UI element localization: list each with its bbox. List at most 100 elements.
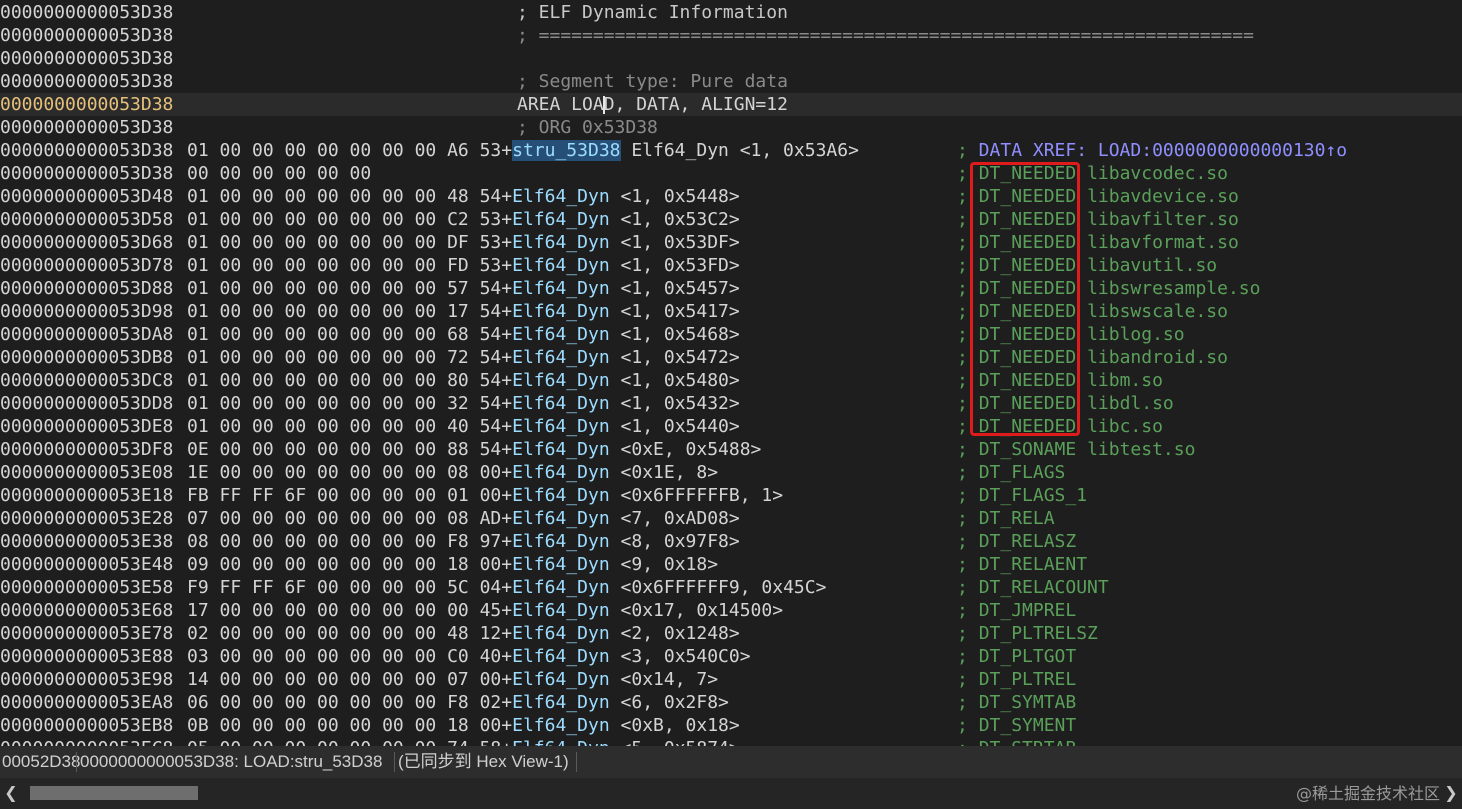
directive-row[interactable]: 0000000000053D38 ; Segment type: Pure dat… <box>0 70 1462 93</box>
row-address[interactable]: 0000000000053E08 <box>0 461 173 484</box>
dyn-entry-row[interactable]: 0000000000053E78 02 00 00 00 00 00 00 00 … <box>0 622 1462 645</box>
dyn-entry-row[interactable]: 0000000000053E98 14 00 00 00 00 00 00 00 … <box>0 668 1462 691</box>
row-address[interactable]: 0000000000053D68 <box>0 231 173 254</box>
elf64-dyn-type[interactable]: Elf64_Dyn <box>512 370 610 391</box>
directive-text[interactable]: AREA LOAD, DATA, ALIGN=12 <box>517 93 788 116</box>
dyn-entry-row[interactable]: 0000000000053EC8 05 00 00 00 00 00 00 00 … <box>0 737 1462 746</box>
directive-row[interactable]: 0000000000053D38 ; ======================… <box>0 24 1462 47</box>
elf64-dyn-type[interactable]: Elf64_Dyn <box>512 577 610 598</box>
row-address[interactable]: 0000000000053D98 <box>0 300 173 323</box>
dyn-entry-row[interactable]: 0000000000053DE8 01 00 00 00 00 00 00 00 … <box>0 415 1462 438</box>
dyn-entry-row[interactable]: 0000000000053D58 01 00 00 00 00 00 00 00 … <box>0 208 1462 231</box>
directive-row[interactable]: 0000000000053D38 <box>0 47 1462 70</box>
elf64-dyn-type[interactable]: Elf64_Dyn <box>512 439 610 460</box>
directive-row[interactable]: 0000000000053D38 ; ORG 0x53D38 <box>0 116 1462 139</box>
data-xref-link[interactable]: DATA XREF: LOAD:0000000000000130↑o <box>968 140 1347 161</box>
dyn-entry-row[interactable]: 0000000000053DF8 0E 00 00 00 00 00 00 00 … <box>0 438 1462 461</box>
row-address[interactable]: 0000000000053E28 <box>0 507 173 530</box>
scroll-right-arrow-icon[interactable]: ❯ <box>1442 782 1460 804</box>
directive-row[interactable]: 0000000000053D38 AREA LOAD, DATA, ALIGN=1… <box>0 93 1462 116</box>
elf64-dyn-type[interactable]: Elf64_Dyn <box>512 232 610 253</box>
dyn-entry-row[interactable]: 0000000000053DB8 01 00 00 00 00 00 00 00 … <box>0 346 1462 369</box>
row-address[interactable]: 0000000000053E68 <box>0 599 173 622</box>
dyn-entry-row[interactable]: 0000000000053DC8 01 00 00 00 00 00 00 00 … <box>0 369 1462 392</box>
dyn-entry-row[interactable]: 0000000000053D78 01 00 00 00 00 00 00 00 … <box>0 254 1462 277</box>
scroll-left-arrow-icon[interactable]: ❮ <box>2 782 20 804</box>
row-address[interactable]: 0000000000053D38 <box>0 93 173 116</box>
dyn-entry-row[interactable]: 0000000000053D98 01 00 00 00 00 00 00 00 … <box>0 300 1462 323</box>
elf64-dyn-type[interactable]: Elf64_Dyn <box>512 600 610 621</box>
row-address[interactable]: 0000000000053DC8 <box>0 369 173 392</box>
elf64-dyn-type[interactable]: Elf64_Dyn <box>512 278 610 299</box>
elf64-dyn-type[interactable]: Elf64_Dyn <box>512 715 610 736</box>
elf64-dyn-type[interactable]: Elf64_Dyn <box>512 462 610 483</box>
row-address[interactable]: 0000000000053D38 <box>0 70 173 93</box>
row-address[interactable]: 0000000000053D88 <box>0 277 173 300</box>
dyn-entry-row[interactable]: 0000000000053E68 17 00 00 00 00 00 00 00 … <box>0 599 1462 622</box>
dyn-entry-row[interactable]: 0000000000053D88 01 00 00 00 00 00 00 00 … <box>0 277 1462 300</box>
row-address[interactable]: 0000000000053DD8 <box>0 392 173 415</box>
row-address[interactable]: 0000000000053D38 <box>0 1 173 24</box>
dyn-entry-row[interactable]: 0000000000053D68 01 00 00 00 00 00 00 00 … <box>0 231 1462 254</box>
row-address[interactable]: 0000000000053EB8 <box>0 714 173 737</box>
row-address[interactable]: 0000000000053D38 <box>0 47 173 70</box>
struct-row[interactable]: 0000000000053D38 01 00 00 00 00 00 00 00 … <box>0 139 1462 162</box>
elf64-dyn-type[interactable]: Elf64_Dyn <box>512 393 610 414</box>
row-address[interactable]: 0000000000053D58 <box>0 208 173 231</box>
elf64-dyn-type[interactable]: Elf64_Dyn <box>512 623 610 644</box>
continuation-row[interactable]: 0000000000053D38 00 00 00 00 00 00; DT_NE… <box>0 162 1462 185</box>
elf64-dyn-type[interactable]: Elf64_Dyn <box>512 485 610 506</box>
elf64-dyn-type[interactable]: Elf64_Dyn <box>512 738 610 746</box>
row-address[interactable]: 0000000000053E18 <box>0 484 173 507</box>
elf64-dyn-type[interactable]: Elf64_Dyn <box>512 209 610 230</box>
elf64-dyn-type[interactable]: Elf64_Dyn <box>512 554 610 575</box>
elf64-dyn-type[interactable]: Elf64_Dyn <box>512 186 610 207</box>
row-address[interactable]: 0000000000053D48 <box>0 185 173 208</box>
row-address[interactable]: 0000000000053D38 <box>0 24 173 47</box>
scroll-thumb[interactable] <box>30 786 198 800</box>
row-address[interactable]: 0000000000053DA8 <box>0 323 173 346</box>
dyn-entry-row[interactable]: 0000000000053EA8 06 00 00 00 00 00 00 00 … <box>0 691 1462 714</box>
row-address[interactable]: 0000000000053E88 <box>0 645 173 668</box>
row-address[interactable]: 0000000000053EC8 <box>0 737 173 746</box>
elf64-dyn-type[interactable]: Elf64_Dyn <box>512 646 610 667</box>
row-address[interactable]: 0000000000053D78 <box>0 254 173 277</box>
elf64-dyn-type[interactable]: Elf64_Dyn <box>512 416 610 437</box>
elf64-dyn-type[interactable]: Elf64_Dyn <box>512 255 610 276</box>
struct-instruction[interactable]: Elf64_Dyn <1, 0x53A6> <box>621 140 859 161</box>
row-address[interactable]: 0000000000053E98 <box>0 668 173 691</box>
dyn-entry-row[interactable]: 0000000000053E38 08 00 00 00 00 00 00 00 … <box>0 530 1462 553</box>
dyn-entry-row[interactable]: 0000000000053DA8 01 00 00 00 00 00 00 00 … <box>0 323 1462 346</box>
elf64-dyn-type[interactable]: Elf64_Dyn <box>512 508 610 529</box>
elf64-dyn-type[interactable]: Elf64_Dyn <box>512 692 610 713</box>
elf64-dyn-type[interactable]: Elf64_Dyn <box>512 301 610 322</box>
dyn-entry-row[interactable]: 0000000000053DD8 01 00 00 00 00 00 00 00 … <box>0 392 1462 415</box>
row-address[interactable]: 0000000000053D38 <box>0 162 173 185</box>
dyn-entry-row[interactable]: 0000000000053E18 FB FF FF 6F 00 00 00 00 … <box>0 484 1462 507</box>
directive-row[interactable]: 0000000000053D38 ; ELF Dynamic Informatio… <box>0 1 1462 24</box>
horizontal-scrollbar[interactable]: ❮ @稀土掘金技术社区 ❯ <box>0 778 1462 809</box>
struct-label[interactable]: stru_53D38 <box>512 140 621 161</box>
dyn-entry-row[interactable]: 0000000000053EB8 0B 00 00 00 00 00 00 00 … <box>0 714 1462 737</box>
dyn-entry-row[interactable]: 0000000000053E48 09 00 00 00 00 00 00 00 … <box>0 553 1462 576</box>
row-address[interactable]: 0000000000053E38 <box>0 530 173 553</box>
row-address[interactable]: 0000000000053D38 <box>0 116 173 139</box>
row-address[interactable]: 0000000000053E58 <box>0 576 173 599</box>
disassembly-view[interactable]: 0000000000053D38 ; ELF Dynamic Informatio… <box>0 0 1462 746</box>
dyn-entry-row[interactable]: 0000000000053E08 1E 00 00 00 00 00 00 00 … <box>0 461 1462 484</box>
elf64-dyn-type[interactable]: Elf64_Dyn <box>512 347 610 368</box>
elf64-dyn-type[interactable]: Elf64_Dyn <box>512 531 610 552</box>
dyn-entry-row[interactable]: 0000000000053E88 03 00 00 00 00 00 00 00 … <box>0 645 1462 668</box>
elf64-dyn-type[interactable]: Elf64_Dyn <box>512 324 610 345</box>
row-address[interactable]: 0000000000053E48 <box>0 553 173 576</box>
dyn-entry-row[interactable]: 0000000000053D48 01 00 00 00 00 00 00 00 … <box>0 185 1462 208</box>
dyn-entry-row[interactable]: 0000000000053E58 F9 FF FF 6F 00 00 00 00 … <box>0 576 1462 599</box>
dyn-entry-row[interactable]: 0000000000053E28 07 00 00 00 00 00 00 00 … <box>0 507 1462 530</box>
row-address[interactable]: 0000000000053DE8 <box>0 415 173 438</box>
row-address[interactable]: 0000000000053EA8 <box>0 691 173 714</box>
row-address[interactable]: 0000000000053DB8 <box>0 346 173 369</box>
row-address[interactable]: 0000000000053DF8 <box>0 438 173 461</box>
row-address[interactable]: 0000000000053E78 <box>0 622 173 645</box>
row-address[interactable]: 0000000000053D38 <box>0 139 173 162</box>
elf64-dyn-type[interactable]: Elf64_Dyn <box>512 669 610 690</box>
